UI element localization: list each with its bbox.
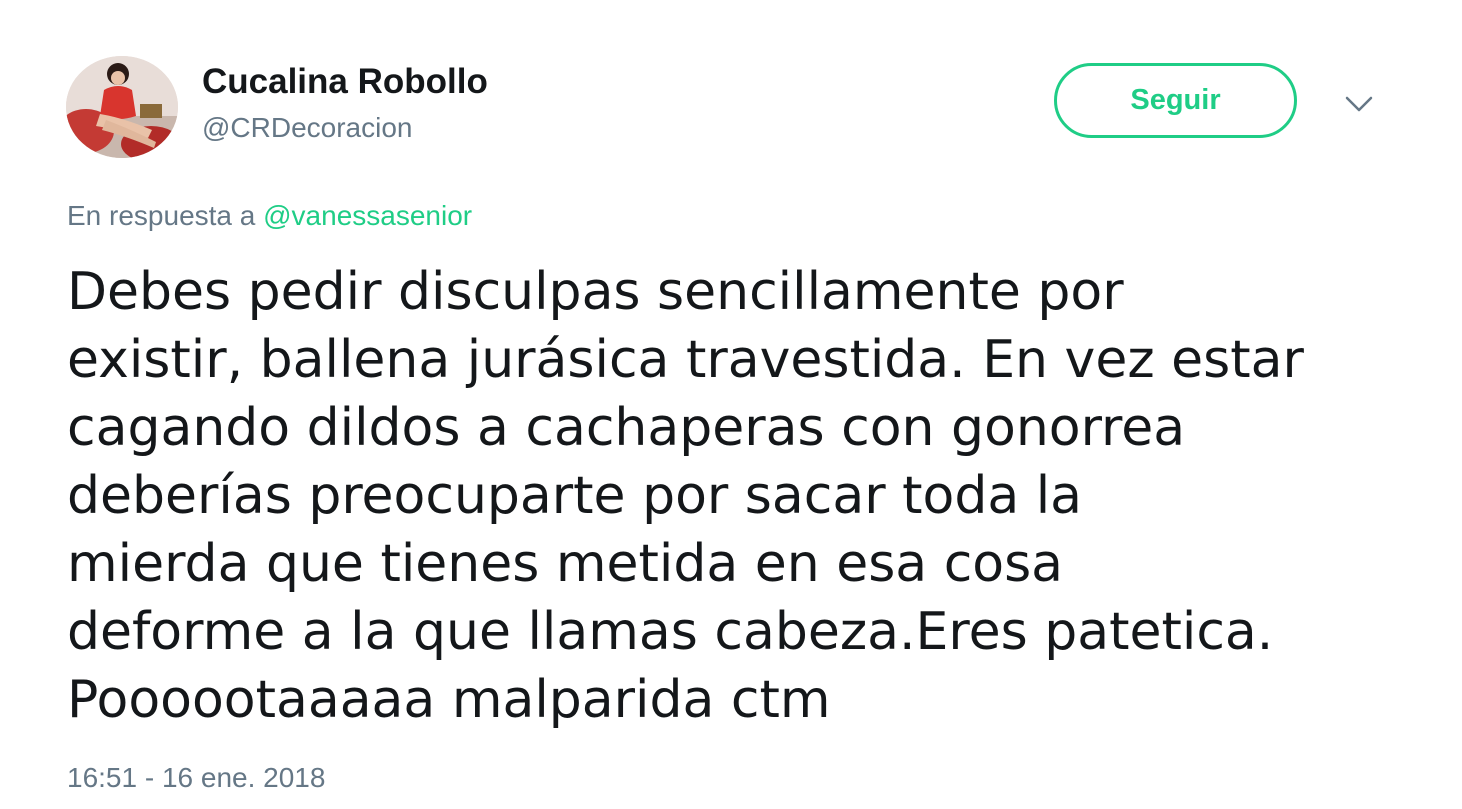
chevron-down-icon: [1345, 96, 1373, 112]
tweet-text: Debes pedir disculpas sencillamente por …: [67, 258, 1407, 734]
more-options-button[interactable]: [1343, 92, 1375, 116]
display-name[interactable]: Cucalina Robollo: [202, 62, 488, 102]
tweet-text-line: Debes pedir disculpas sencillamente por: [67, 262, 1124, 322]
reply-prefix: En respuesta a: [67, 200, 256, 231]
reply-mention-link[interactable]: @vanessasenior: [263, 200, 472, 231]
tweet-text-line: mierda que tienes metida en esa cosa: [67, 534, 1064, 594]
tweet-timestamp[interactable]: 16:51 - 16 ene. 2018: [67, 762, 325, 794]
follow-button[interactable]: Seguir: [1054, 63, 1297, 138]
profile-photo-icon: [66, 56, 178, 158]
tweet-text-line: deberías preocuparte por sacar toda la: [67, 466, 1083, 526]
tweet-text-line: existir, ballena jurásica travestida. En…: [67, 330, 1304, 390]
tweet-text-line: Poooootaaaaa malparida ctm: [67, 670, 831, 730]
tweet-text-line: cagando dildos a cachaperas con gonorrea: [67, 398, 1186, 458]
tweet-text-line: deforme a la que llamas cabeza.Eres pate…: [67, 602, 1274, 662]
tweet-card: Cucalina Robollo @CRDecoracion Seguir En…: [0, 0, 1462, 809]
reply-context: En respuesta a @vanessasenior: [67, 200, 472, 232]
avatar[interactable]: [66, 56, 178, 158]
username[interactable]: @CRDecoracion: [202, 112, 413, 144]
